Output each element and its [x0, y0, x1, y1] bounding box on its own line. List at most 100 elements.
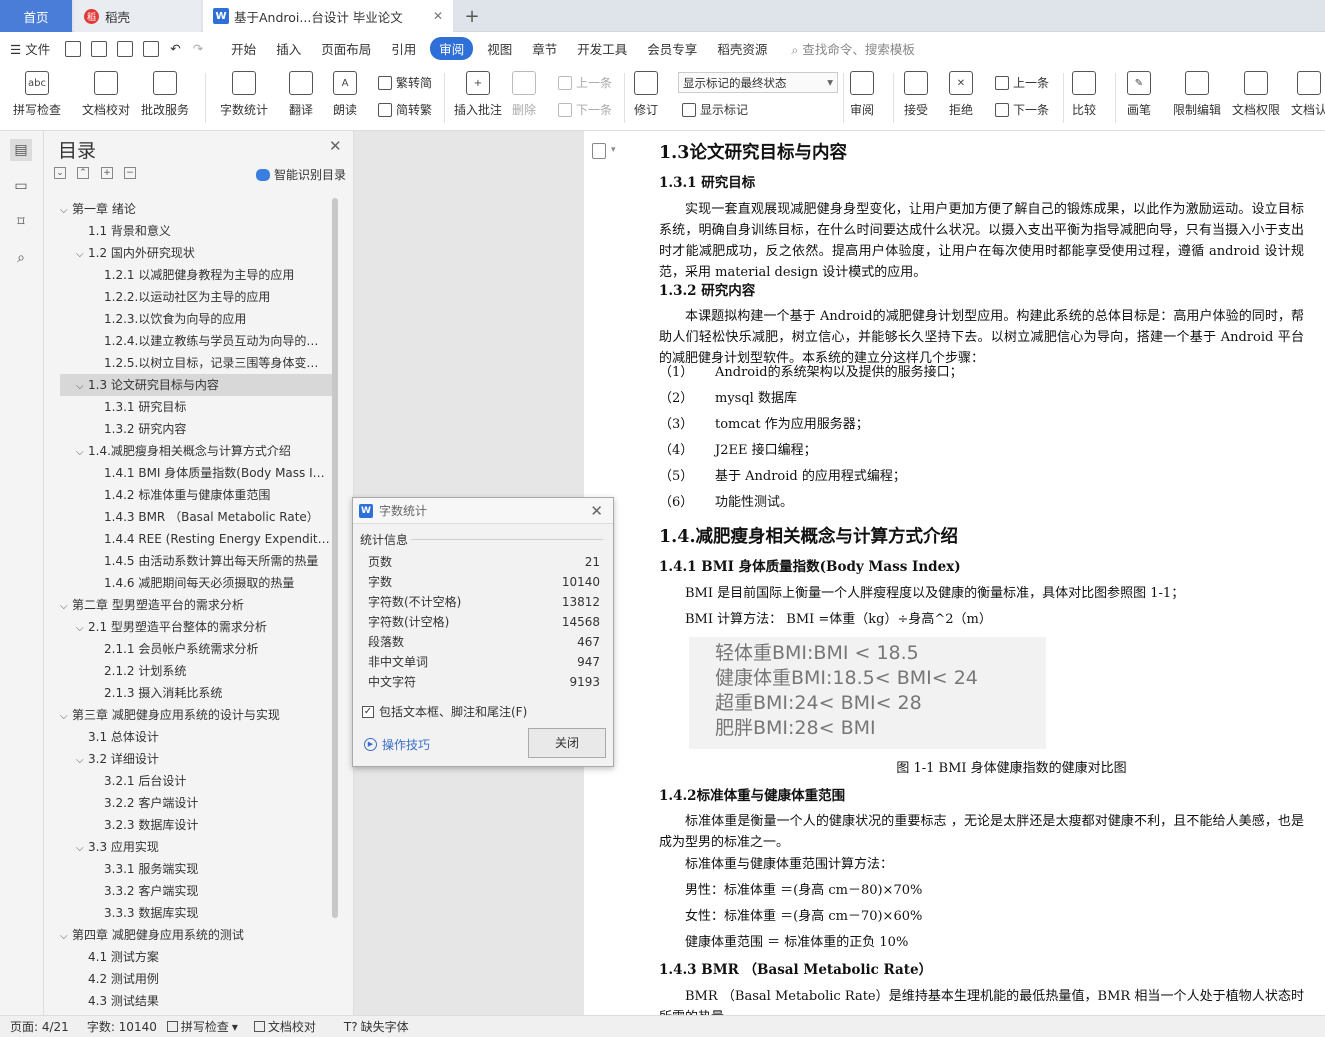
chevron-down-icon[interactable]: ⌵ — [76, 618, 88, 638]
reject-button[interactable]: ✕ 拒绝 — [949, 71, 973, 118]
toc-panel-icon[interactable]: ▤ — [10, 139, 32, 161]
spell-check-button[interactable]: abc 拼写检查 — [13, 71, 61, 118]
page-menu-icon[interactable] — [592, 143, 606, 159]
spell-check-status[interactable]: 拼写检查 ▾ — [166, 1018, 238, 1035]
prev-change-button[interactable]: 上一条 — [995, 74, 1049, 91]
toc-item[interactable]: ⌵ 第四章 减肥健身应用系统的测试 — [60, 924, 334, 946]
save-icon[interactable] — [65, 40, 82, 57]
toc-item[interactable]: 4.1 测试方案 — [60, 946, 334, 968]
toc-item[interactable]: 4.3 测试结果 — [60, 990, 334, 1012]
chevron-down-icon[interactable]: ⌵ — [60, 926, 72, 946]
toc-item[interactable]: 3.3.3 数据库实现 — [60, 902, 334, 924]
menu-insert[interactable]: 插入 — [266, 39, 311, 58]
markup-state-select[interactable]: 显示标记的最终状态 — [678, 72, 838, 93]
toc-item[interactable]: 1.1 背景和意义 — [60, 220, 334, 242]
toc-item[interactable]: 1.3.1 研究目标 — [60, 396, 334, 418]
doc-permission-button[interactable]: 文档权限 — [1232, 71, 1280, 118]
toc-item[interactable]: 1.4.2 标准体重与健康体重范围 — [60, 484, 334, 506]
toc-item[interactable]: 1.2.4.以建立教练与学员互动为向导的应用 — [60, 330, 334, 352]
toc-item[interactable]: ⌵ 1.3 论文研究目标与内容 — [60, 374, 334, 396]
toc-item[interactable]: ⌵ 1.2 国内外研究现状 — [60, 242, 334, 264]
close-toc-icon[interactable]: ✕ — [329, 137, 342, 155]
chevron-down-icon[interactable]: ⌵ — [60, 706, 72, 726]
page-indicator[interactable]: 页面: 4/21 — [10, 1018, 69, 1035]
toc-item[interactable]: 1.2.5.以树立目标，记录三围等身体变化的应用 — [60, 352, 334, 374]
menu-review[interactable]: 审阅 — [430, 37, 474, 60]
next-comment-button[interactable]: 下一条 — [558, 101, 612, 118]
toc-item[interactable]: 1.4.4 REE (Resting Energy Expenditure) — [60, 528, 334, 550]
toc-item[interactable]: 1.4.1 BMI 身体质量指数(Body Mass Index) — [60, 462, 334, 484]
toc-item[interactable]: 1.4.5 由活动系数计算出每天所需的热量 — [60, 550, 334, 572]
toc-item[interactable]: 1.2.1 以减肥健身教程为主导的应用 — [60, 264, 334, 286]
accept-button[interactable]: 接受 — [904, 71, 928, 118]
toc-item[interactable]: 2.1.1 会员帐户系统需求分析 — [60, 638, 334, 660]
dialog-titlebar[interactable]: W 字数统计 ✕ — [353, 498, 613, 524]
menu-start[interactable]: 开始 — [221, 39, 266, 58]
word-count-button[interactable]: 字数统计 — [220, 71, 268, 118]
toc-item[interactable]: ⌵ 3.2 详细设计 — [60, 748, 334, 770]
toc-scrollbar[interactable] — [332, 198, 338, 918]
redo-icon[interactable]: ↷ — [187, 41, 209, 56]
toc-item[interactable]: 3.2.1 后台设计 — [60, 770, 334, 792]
toc-item[interactable]: ⌵ 第三章 减肥健身应用系统的设计与实现 — [60, 704, 334, 726]
chevron-down-icon[interactable]: ⌵ — [76, 442, 88, 462]
translate-button[interactable]: 翻译 — [289, 71, 313, 118]
document-page[interactable]: ▾ 1.3论文研究目标与内容 1.3.1 研究目标 实现一套直观展现减肥健身身型… — [584, 131, 1325, 1015]
show-markup-button[interactable]: 显示标记 — [682, 101, 748, 118]
prev-comment-button[interactable]: 上一条 — [558, 74, 612, 91]
toc-item[interactable]: 3.1 总体设计 — [60, 726, 334, 748]
menu-daoke-resources[interactable]: 稻壳资源 — [707, 39, 777, 58]
batch-service-button[interactable]: 批改服务 — [141, 71, 189, 118]
command-search[interactable]: ⌕ 查找命令、搜索模板 — [791, 39, 915, 58]
toc-item[interactable]: 2.1.2 计划系统 — [60, 660, 334, 682]
track-changes-button[interactable]: 修订 — [634, 71, 658, 118]
find-icon[interactable]: ⌕ — [10, 247, 32, 269]
toc-item[interactable]: ⌵ 第二章 型男塑造平台的需求分析 — [60, 594, 334, 616]
restrict-edit-button[interactable]: 限制编辑 — [1173, 71, 1221, 118]
bookmark-icon[interactable]: ⌑ — [10, 211, 32, 233]
export-pdf-icon[interactable] — [91, 40, 108, 57]
doc-check-status[interactable]: 文档校对 — [253, 1018, 316, 1035]
chapter-nav-icon[interactable]: ▭ — [10, 175, 32, 197]
toc-item[interactable]: 1.3.2 研究内容 — [60, 418, 334, 440]
missing-font-status[interactable]: T? 缺失字体 — [344, 1018, 409, 1035]
compare-button[interactable]: 比较 — [1072, 71, 1096, 118]
tab-home[interactable]: 首页 — [0, 0, 72, 32]
collapse-all-icon[interactable]: ⌃ — [77, 167, 89, 179]
pen-button[interactable]: ✎ 画笔 — [1127, 71, 1151, 118]
toc-item[interactable]: 3.3.2 客户端实现 — [60, 880, 334, 902]
new-tab-button[interactable]: + — [462, 0, 482, 32]
toc-item[interactable]: 2.1.3 摄入消耗比系统 — [60, 682, 334, 704]
toc-item[interactable]: 1.2.2.以运动社区为主导的应用 — [60, 286, 334, 308]
menu-view[interactable]: 视图 — [477, 39, 522, 58]
close-icon[interactable]: ✕ — [590, 502, 603, 520]
doc-cert-button[interactable]: 文档认 — [1291, 71, 1325, 118]
chevron-down-icon[interactable]: ⌵ — [76, 838, 88, 858]
chevron-down-icon[interactable]: ⌵ — [60, 200, 72, 220]
trad-to-simp-button[interactable]: 繁转简 — [378, 74, 432, 91]
toc-item[interactable]: 3.2.3 数据库设计 — [60, 814, 334, 836]
chevron-down-icon[interactable]: ▾ — [611, 145, 616, 155]
expand-all-icon[interactable]: ⌄ — [54, 167, 66, 179]
promote-icon[interactable]: + — [101, 167, 113, 179]
demote-icon[interactable]: − — [124, 167, 136, 179]
toc-item[interactable]: ⌵ 1.4.减肥瘦身相关概念与计算方式介绍 — [60, 440, 334, 462]
menu-chapter[interactable]: 章节 — [522, 39, 567, 58]
toc-item[interactable]: ⌵ 第一章 绪论 — [60, 198, 334, 220]
menu-member[interactable]: 会员专享 — [637, 39, 707, 58]
read-aloud-button[interactable]: A 朗读 — [333, 71, 357, 118]
doc-check-button[interactable]: 文档校对 — [82, 71, 130, 118]
chevron-down-icon[interactable]: ⌵ — [76, 750, 88, 770]
toc-item[interactable]: 1.4.6 减肥期间每天必须摄取的热量 — [60, 572, 334, 594]
chevron-down-icon[interactable]: ⌵ — [76, 376, 88, 396]
close-button[interactable]: 关闭 — [528, 728, 606, 758]
review-pane-button[interactable]: 审阅 — [850, 71, 874, 118]
delete-comment-button[interactable]: 删除 — [512, 71, 536, 118]
toc-item[interactable]: 1.4.3 BMR （Basal Metabolic Rate） — [60, 506, 334, 528]
print-preview-icon[interactable] — [143, 40, 160, 57]
insert-comment-button[interactable]: + 插入批注 — [454, 71, 502, 118]
print-icon[interactable] — [117, 40, 134, 57]
close-tab-icon[interactable]: ✕ — [433, 9, 443, 23]
smart-toc-button[interactable]: 智能识别目录 — [256, 166, 346, 183]
toc-item[interactable]: ⌵ 2.1 型男塑造平台整体的需求分析 — [60, 616, 334, 638]
